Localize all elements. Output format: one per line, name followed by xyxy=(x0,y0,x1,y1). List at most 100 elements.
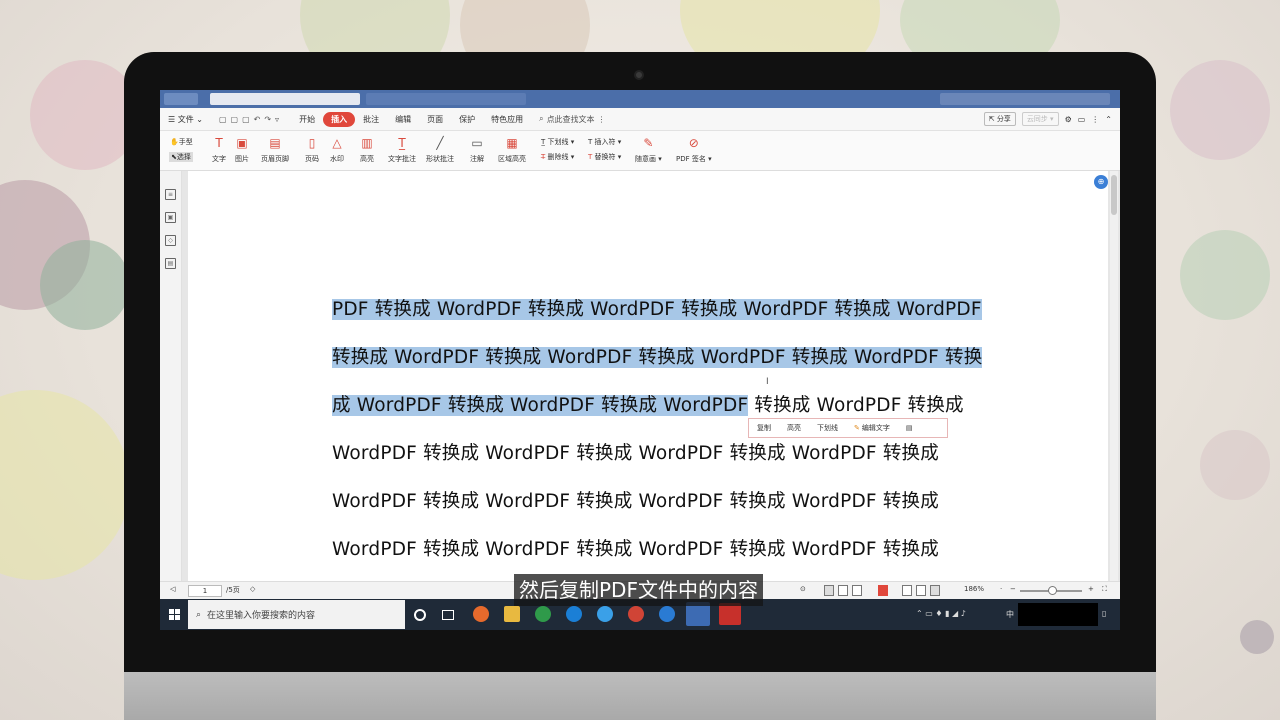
tab-edit[interactable]: 编辑 xyxy=(387,114,419,125)
shape-annotation-button[interactable]: ╱ 形状批注 xyxy=(426,135,454,164)
tab-annotate[interactable]: 批注 xyxy=(355,114,387,125)
bookmark-icon[interactable]: ◇ xyxy=(165,235,176,246)
more-icon[interactable]: ⋮ xyxy=(1091,115,1099,124)
tab-blurred[interactable] xyxy=(366,93,526,105)
page-total: /5页 xyxy=(226,586,240,594)
plain-text[interactable]: 转换成 WordPDF 转换成 xyxy=(748,395,963,416)
text-line-6[interactable]: WordPDF 转换成 WordPDF 转换成 WordPDF 转换成 Word… xyxy=(332,535,939,561)
text-line-2[interactable]: 转换成 WordPDF 转换成 WordPDF 转换成 WordPDF 转换成 … xyxy=(332,343,983,369)
hand-tool-button[interactable]: ✋手型 xyxy=(170,137,193,147)
zoom-minus-icon[interactable]: − xyxy=(1010,585,1016,593)
zoom-level[interactable]: 186% xyxy=(964,585,984,593)
text-annotation-icon: T̲ xyxy=(398,136,406,150)
text-line-5[interactable]: WordPDF 转换成 WordPDF 转换成 WordPDF 转换成 Word… xyxy=(332,487,939,513)
plain-text[interactable]: WordPDF 转换成 WordPDF 转换成 WordPDF 转换成 Word… xyxy=(332,539,939,560)
chrome-icon[interactable] xyxy=(535,606,551,622)
quick-access-icons[interactable]: ▢▢▢↶↷▿ xyxy=(211,115,291,124)
cloud-sync-button[interactable]: 云同步 ▾ xyxy=(1021,112,1059,126)
fit-width-icon[interactable] xyxy=(916,585,926,596)
plain-text[interactable]: WordPDF 转换成 WordPDF 转换成 WordPDF 转换成 Word… xyxy=(332,491,939,512)
more-options-icon[interactable]: ▤ xyxy=(898,424,921,432)
qq-browser-icon[interactable] xyxy=(566,606,582,622)
next-page-icon[interactable]: ◇ xyxy=(250,585,255,593)
tab-blurred[interactable] xyxy=(164,93,198,105)
chrome-icon[interactable] xyxy=(628,606,644,622)
prev-page-icon[interactable]: ◁ xyxy=(170,585,175,593)
highlight-button[interactable]: ▥ 高亮 xyxy=(359,135,375,164)
actual-size-icon[interactable] xyxy=(930,585,940,596)
file-menu[interactable]: ☰ 文件 ⌄ xyxy=(160,114,211,125)
replace-symbol-button[interactable]: T 替换符 ▾ xyxy=(588,152,621,162)
tab-blurred[interactable] xyxy=(210,93,360,105)
fullscreen-icon[interactable]: ⛶ xyxy=(1102,585,1107,594)
tab-insert[interactable]: 插入 xyxy=(323,111,356,127)
tab-features[interactable]: 特色应用 xyxy=(483,114,531,125)
annotation-panel-icon[interactable]: ▤ xyxy=(165,258,176,269)
insert-symbol-button[interactable]: T 插入符 ▾ xyxy=(588,137,621,147)
signature-icon: ⊘ xyxy=(688,136,699,150)
highlight-mini-button[interactable]: 高亮 xyxy=(779,423,809,433)
text-line-3[interactable]: 成 WordPDF 转换成 WordPDF 转换成 WordPDF 转换成 Wo… xyxy=(332,391,964,417)
image-button[interactable]: ▣ 图片 xyxy=(234,135,250,164)
wps-pdf-icon[interactable] xyxy=(719,603,741,625)
scrollbar-thumb[interactable] xyxy=(1111,175,1117,215)
assistant-badge-icon[interactable]: ⊕ xyxy=(1094,175,1108,189)
taskbar-search-placeholder: 在这里输入你要搜索的内容 xyxy=(207,611,316,621)
pdf-page[interactable]: PDF 转换成 WordPDF 转换成 WordPDF 转换成 WordPDF … xyxy=(188,171,1108,581)
play-icon[interactable] xyxy=(878,585,888,596)
text-line-4[interactable]: WordPDF 转换成 WordPDF 转换成 WordPDF 转换成 Word… xyxy=(332,439,939,465)
plain-text[interactable]: WordPDF 转换成 WordPDF 转换成 WordPDF 转换成 Word… xyxy=(332,443,939,464)
tab-protect[interactable]: 保护 xyxy=(451,114,483,125)
selected-text[interactable]: 成 WordPDF 转换成 WordPDF 转换成 WordPDF xyxy=(332,395,749,416)
thumbnail-icon[interactable]: ≡ xyxy=(165,189,176,200)
pdf-sign-button[interactable]: ⊘ PDF 签名 ▾ xyxy=(676,135,712,164)
fit-page-icon[interactable] xyxy=(902,585,912,596)
zoom-slider-knob[interactable] xyxy=(1048,586,1057,595)
cortana-icon[interactable] xyxy=(414,609,426,621)
two-page-view-icon[interactable] xyxy=(852,585,862,596)
single-page-view-icon[interactable] xyxy=(824,585,834,596)
selected-text[interactable]: PDF 转换成 WordPDF 转换成 WordPDF 转换成 WordPDF … xyxy=(332,299,982,320)
zoom-plus-icon[interactable]: + xyxy=(1088,585,1094,593)
input-method[interactable]: 中 xyxy=(1006,609,1014,620)
comment-icon[interactable]: ▭ xyxy=(1078,115,1086,124)
area-highlight-button[interactable]: ▦ 区域高亮 xyxy=(498,135,526,164)
notification-icon[interactable]: ▯ xyxy=(1102,609,1106,618)
task-view-icon[interactable] xyxy=(442,610,454,620)
share-button[interactable]: ⇱ 分享 xyxy=(983,112,1016,126)
text-button[interactable]: T 文字 xyxy=(211,135,227,164)
copy-button[interactable]: 复制 xyxy=(749,423,779,433)
underline-mini-button[interactable]: 下划线 xyxy=(809,423,846,433)
page-number-input[interactable]: 1 xyxy=(188,585,222,597)
search-box[interactable]: ⌕ 点此查找文本 ⋮ xyxy=(531,114,613,125)
collapse-icon[interactable]: ⌃ xyxy=(1105,115,1112,124)
tray-icons[interactable]: ⌃ ▭ ♦ ▮ ◢ ♪ xyxy=(916,609,966,618)
page-number-button[interactable]: ▯ 页码 xyxy=(304,135,320,164)
select-tool-button[interactable]: ⬉选择 xyxy=(169,152,193,162)
windows-start-icon[interactable] xyxy=(169,609,180,620)
note-button[interactable]: ▭ 注解 xyxy=(469,135,485,164)
insert-symbol-label: 插入符 xyxy=(594,138,616,146)
zoom-out-icon[interactable]: · xyxy=(1000,585,1002,593)
tab-start[interactable]: 开始 xyxy=(291,114,323,125)
text-line-1[interactable]: PDF 转换成 WordPDF 转换成 WordPDF 转换成 WordPDF … xyxy=(332,295,982,321)
file-explorer-icon[interactable] xyxy=(504,606,520,622)
settings-icon[interactable]: ⚙ xyxy=(1065,115,1072,124)
watermark-button[interactable]: △ 水印 xyxy=(329,135,345,164)
eye-icon[interactable]: ⊙ xyxy=(800,585,806,593)
taskbar-search[interactable]: ⌕ 在这里输入你要搜索的内容 xyxy=(188,600,405,629)
edge-icon[interactable] xyxy=(659,606,675,622)
messaging-icon[interactable] xyxy=(597,606,613,622)
freehand-button[interactable]: ✎ 随意画 ▾ xyxy=(635,135,662,164)
image-panel-icon[interactable]: ▣ xyxy=(165,212,176,223)
tab-page[interactable]: 页面 xyxy=(419,114,451,125)
edit-text-button[interactable]: ✎ 编辑文字 xyxy=(846,423,898,433)
header-footer-button[interactable]: ▤ 页眉页脚 xyxy=(261,135,289,164)
underline-button[interactable]: T̲ 下划线 ▾ xyxy=(541,137,574,147)
continuous-view-icon[interactable] xyxy=(838,585,848,596)
firefox-icon[interactable] xyxy=(473,606,489,622)
selected-text[interactable]: 转换成 WordPDF 转换成 WordPDF 转换成 WordPDF 转换成 … xyxy=(332,347,983,368)
vertical-scrollbar[interactable] xyxy=(1110,171,1118,581)
strikethrough-button[interactable]: T̶ 删除线 ▾ xyxy=(541,152,574,162)
text-annotation-button[interactable]: T̲ 文字批注 xyxy=(388,135,416,164)
